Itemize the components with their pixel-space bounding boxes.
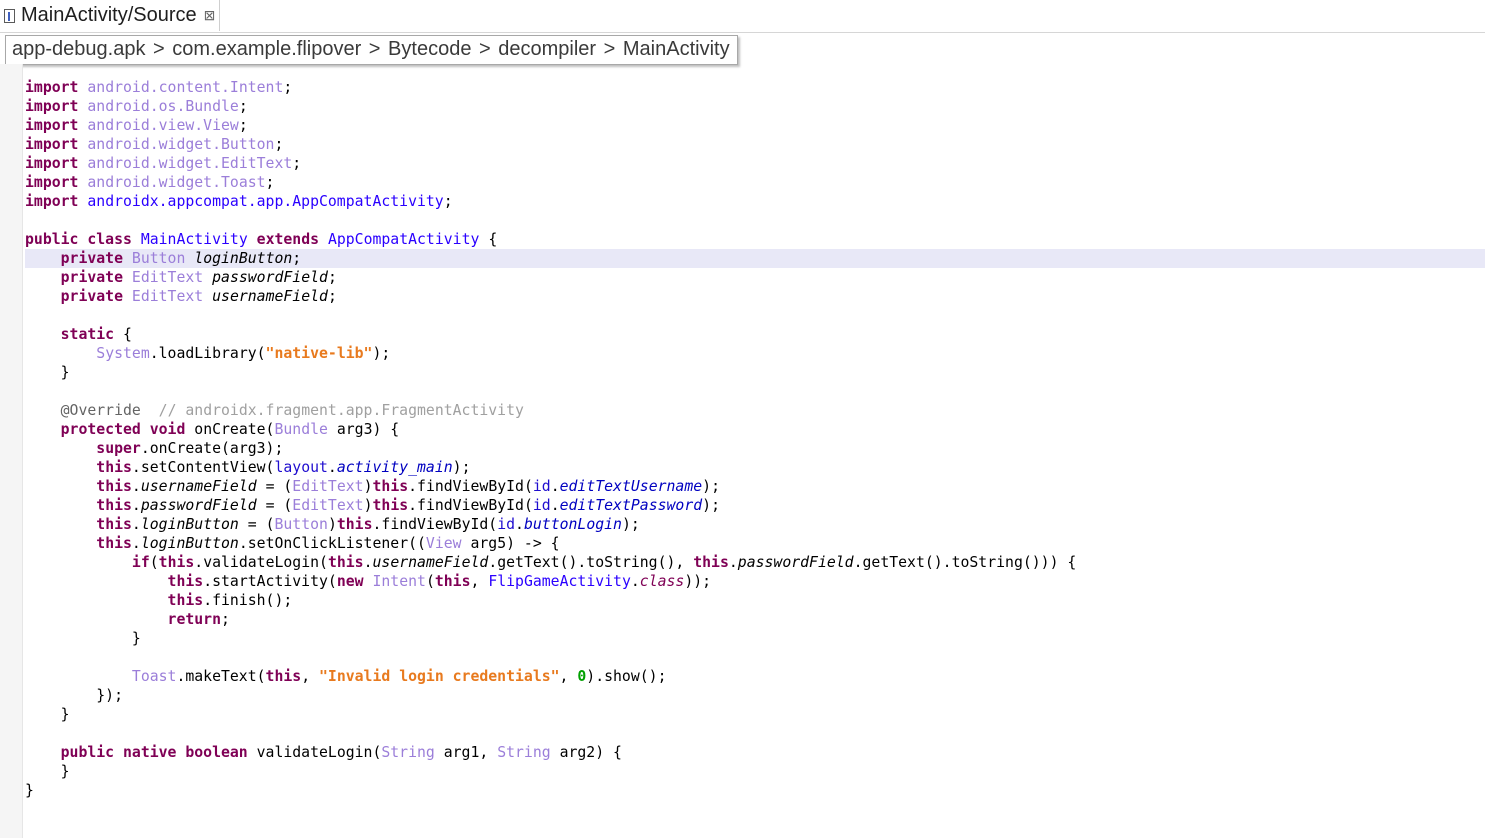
code-line-loadlibrary: System.loadLibrary("native-lib"); <box>96 345 391 362</box>
code-area[interactable]: import android.content.Intent; import an… <box>25 78 1485 800</box>
tab-title: MainActivity/Source <box>21 4 197 26</box>
code-line-field: private Button loginButton; <box>25 249 1485 268</box>
code-line-import: import android.view.View; <box>25 117 248 134</box>
code-line-import: import android.widget.Toast; <box>25 174 275 191</box>
code-line-import: import android.os.Bundle; <box>25 98 248 115</box>
code-line-setcontentview: this.setContentView(layout.activity_main… <box>96 459 471 476</box>
code-line-listener: this.loginButton.setOnClickListener((Vie… <box>96 535 560 552</box>
breadcrumb-decompiler[interactable]: decompiler <box>498 38 596 60</box>
code-line-username-find: this.usernameField = (EditText)this.find… <box>96 478 720 495</box>
code-line-import: import android.widget.EditText; <box>25 155 302 172</box>
code-line-import: import android.content.Intent; <box>25 79 293 96</box>
breadcrumb-separator: > <box>603 38 616 60</box>
code-line-close-brace: } <box>25 782 34 799</box>
code-line-return: return; <box>167 611 230 628</box>
code-line-toast: Toast.makeText(this, "Invalid login cred… <box>131 668 667 685</box>
close-icon[interactable]: ⊠ <box>204 0 216 31</box>
source-editor[interactable]: import android.content.Intent; import an… <box>0 64 1485 838</box>
code-line-field: private EditText usernameField; <box>60 288 337 305</box>
code-line-close-lambda: }); <box>25 687 123 704</box>
breadcrumb-separator: > <box>368 38 381 60</box>
code-line-annotation: @Override // androidx.fragment.app.Fragm… <box>60 402 524 419</box>
code-line-if: if(this.validateLogin(this.usernameField… <box>131 554 1077 571</box>
code-line-static: static { <box>60 326 132 343</box>
breadcrumb-separator: > <box>479 38 491 60</box>
code-line-native-sig: public native boolean validateLogin(Stri… <box>60 744 622 761</box>
breadcrumb: app-debug.apk > com.example.flipover > B… <box>5 35 738 65</box>
code-line-close-brace: } <box>25 364 70 381</box>
code-line-close-brace: } <box>25 763 70 780</box>
code-line-import: import androidx.appcompat.app.AppCompatA… <box>25 193 453 210</box>
code-line-super: super.onCreate(arg3); <box>96 440 284 457</box>
editor-tab-bar: MainActivity/Source ⊠ <box>0 0 1485 33</box>
tab-mainactivity-source[interactable]: MainActivity/Source ⊠ <box>0 0 220 31</box>
code-line-finish: this.finish(); <box>167 592 293 609</box>
java-source-file-icon <box>4 8 15 23</box>
code-line-close-brace: } <box>25 706 70 723</box>
code-line-close-brace: } <box>25 630 141 647</box>
code-line-password-find: this.passwordField = (EditText)this.find… <box>96 497 720 514</box>
breadcrumb-bytecode[interactable]: Bytecode <box>388 38 471 60</box>
code-line-import: import android.widget.Button; <box>25 136 284 153</box>
code-line-field: private EditText passwordField; <box>60 269 337 286</box>
breadcrumb-class[interactable]: MainActivity <box>623 38 730 60</box>
code-line-oncreate-sig: protected void onCreate(Bundle arg3) { <box>60 421 400 438</box>
breadcrumb-separator: > <box>153 38 165 60</box>
editor-gutter <box>0 64 23 838</box>
code-line-button-find: this.loginButton = (Button)this.findView… <box>96 516 640 533</box>
code-line-class-decl: public class MainActivity extends AppCom… <box>25 231 498 248</box>
breadcrumb-apk[interactable]: app-debug.apk <box>12 38 145 60</box>
breadcrumb-package[interactable]: com.example.flipover <box>172 38 361 60</box>
code-line-startactivity: this.startActivity(new Intent(this, Flip… <box>167 573 712 590</box>
